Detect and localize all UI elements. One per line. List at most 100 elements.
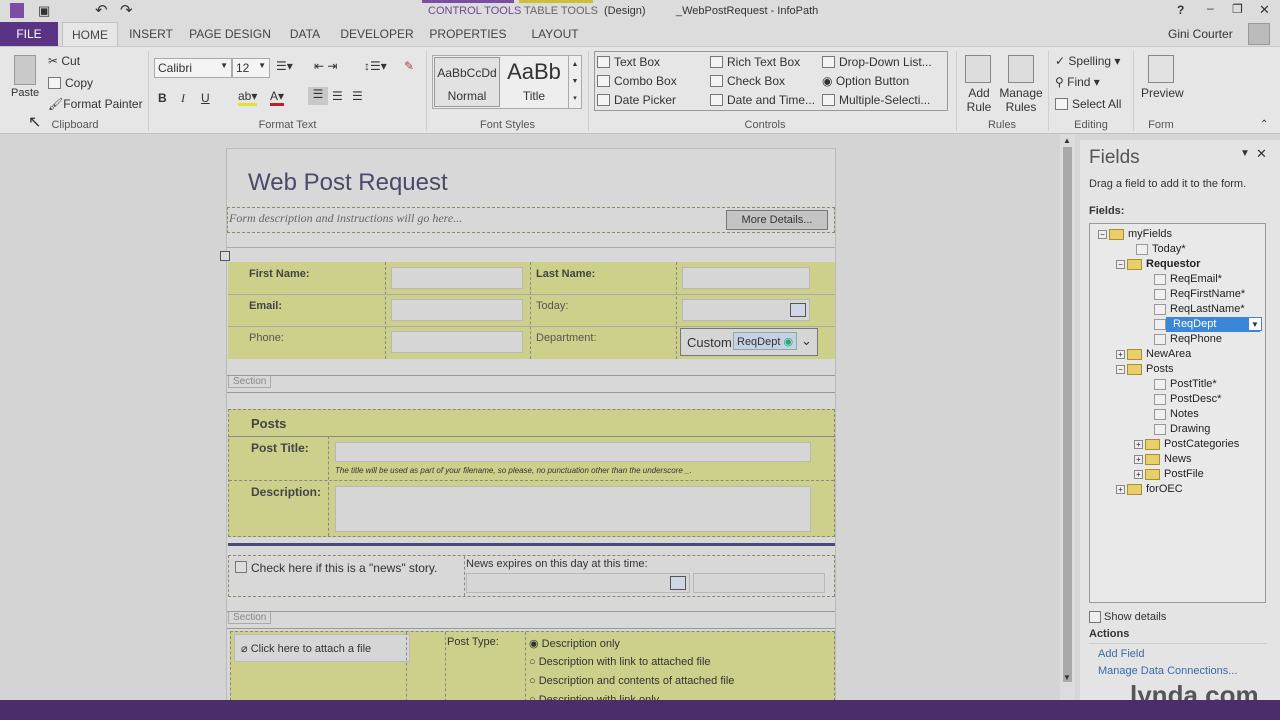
field-dropdown-icon[interactable]: ▼ bbox=[1248, 317, 1262, 331]
tree-item-reqdept[interactable]: ReqDept ▼ bbox=[1090, 317, 1265, 332]
chevron-down-icon[interactable]: ⌄ bbox=[801, 333, 812, 349]
scrollbar-thumb[interactable] bbox=[1063, 147, 1072, 682]
line-spacing-icon[interactable]: ↕☰▾ bbox=[364, 59, 387, 73]
bold-button[interactable]: B bbox=[158, 91, 167, 105]
collapse-icon[interactable]: − bbox=[1116, 260, 1125, 269]
control-multiple-selection[interactable]: Multiple-Selecti... bbox=[822, 93, 930, 107]
tree-item-reqemail[interactable]: ReqEmail* bbox=[1090, 272, 1265, 287]
more-details-button[interactable]: More Details... bbox=[726, 210, 828, 230]
tree-item-today[interactable]: Today* bbox=[1090, 242, 1265, 257]
form-description[interactable]: Form description and instructions will g… bbox=[229, 211, 462, 226]
redo-icon[interactable]: ↷ bbox=[120, 1, 133, 19]
post-title-input[interactable] bbox=[335, 442, 811, 462]
expand-icon[interactable]: + bbox=[1116, 485, 1125, 494]
news-checkbox[interactable] bbox=[235, 561, 247, 573]
paste-button[interactable]: Paste bbox=[11, 87, 39, 99]
form-title[interactable]: Web Post Request bbox=[248, 169, 448, 197]
cut-button[interactable]: ✂ Cut bbox=[48, 54, 80, 68]
tab-home[interactable]: HOME bbox=[62, 22, 118, 46]
control-date-picker[interactable]: Date Picker bbox=[597, 93, 676, 107]
calendar-icon[interactable] bbox=[670, 576, 686, 590]
tree-item-notes[interactable]: Notes bbox=[1090, 407, 1265, 422]
radio-option[interactable]: ○ Description and contents of attached f… bbox=[529, 675, 734, 694]
preview-button[interactable]: Preview bbox=[1141, 86, 1184, 100]
vertical-scrollbar[interactable]: ▲ ▼ bbox=[1060, 135, 1075, 700]
manage-rules-button[interactable]: Manage Rules bbox=[998, 86, 1044, 114]
control-check-box[interactable]: Check Box bbox=[710, 74, 785, 88]
clear-format-icon[interactable]: ✎ bbox=[404, 59, 414, 73]
table-select-handle[interactable] bbox=[220, 251, 230, 261]
attach-file-button[interactable]: ⌀ Click here to attach a file bbox=[234, 634, 410, 662]
tree-item-newarea[interactable]: + NewArea bbox=[1090, 347, 1265, 362]
radio-option[interactable]: ○ Description with link to attached file bbox=[529, 656, 734, 675]
expand-icon[interactable]: + bbox=[1134, 470, 1143, 479]
avatar[interactable] bbox=[1248, 23, 1270, 45]
scroll-down-icon[interactable]: ▼ bbox=[1063, 673, 1071, 682]
control-combo-box[interactable]: Combo Box bbox=[597, 74, 677, 88]
first-name-input[interactable] bbox=[391, 267, 523, 289]
style-title[interactable]: AaBb Title bbox=[503, 57, 565, 107]
tree-item-postdesc[interactable]: PostDesc* bbox=[1090, 392, 1265, 407]
add-rule-button[interactable]: Add Rule bbox=[962, 86, 996, 114]
tree-item-requestor[interactable]: − Requestor bbox=[1090, 257, 1265, 272]
add-field-link[interactable]: Add Field bbox=[1098, 648, 1144, 660]
scroll-up-icon[interactable]: ▲ bbox=[1063, 136, 1071, 145]
fields-tree[interactable]: − myFields Today* − Requestor ReqEmail* ReqFir… bbox=[1089, 223, 1266, 603]
format-painter-button[interactable]: 🖌Format Painter bbox=[48, 97, 143, 111]
tree-item-posttitle[interactable]: PostTitle* bbox=[1090, 377, 1265, 392]
select-all-button[interactable]: Select All bbox=[1055, 97, 1121, 111]
spelling-button[interactable]: ✓ Spelling ▾ bbox=[1055, 54, 1120, 68]
help-button[interactable]: ? bbox=[1177, 3, 1184, 17]
description-input[interactable] bbox=[335, 486, 811, 532]
indent-icons[interactable]: ⇤ ⇥ bbox=[314, 59, 337, 73]
show-details-checkbox[interactable] bbox=[1089, 611, 1101, 623]
find-button[interactable]: ⚲ Find ▾ bbox=[1055, 75, 1100, 89]
tree-item-postfile[interactable]: + PostFile bbox=[1090, 467, 1265, 482]
phone-input[interactable] bbox=[391, 331, 523, 353]
tab-layout[interactable]: LAYOUT bbox=[524, 22, 586, 46]
news-expires-date[interactable] bbox=[466, 573, 690, 593]
collapse-ribbon-icon[interactable]: ⌃ bbox=[1260, 119, 1268, 130]
user-name[interactable]: Gini Courter bbox=[1168, 27, 1233, 41]
tab-page-design[interactable]: PAGE DESIGN bbox=[188, 22, 272, 46]
tree-item-postcategories[interactable]: + PostCategories bbox=[1090, 437, 1265, 452]
today-date-picker[interactable] bbox=[682, 299, 810, 321]
underline-button[interactable]: U bbox=[201, 91, 210, 105]
control-drop-down[interactable]: Drop-Down List... bbox=[822, 55, 932, 69]
highlight-icon[interactable]: ab▾ bbox=[238, 89, 258, 106]
tree-item-myfields[interactable]: − myFields bbox=[1090, 227, 1265, 242]
radio-option[interactable]: ◉ Description only bbox=[529, 637, 734, 656]
tab-data[interactable]: DATA bbox=[282, 22, 328, 46]
expand-icon[interactable]: + bbox=[1134, 455, 1143, 464]
panel-close-icon[interactable]: ✕ bbox=[1256, 146, 1267, 162]
bullets-icon[interactable]: ☰▾ bbox=[276, 59, 293, 73]
tree-item-drawing[interactable]: Drawing bbox=[1090, 422, 1265, 437]
align-right-button[interactable]: ☰ bbox=[352, 89, 363, 103]
style-gallery-scroll[interactable]: ▲ ▼ ▾ bbox=[568, 56, 581, 108]
news-expires-time[interactable] bbox=[693, 573, 825, 593]
tree-item-posts[interactable]: − Posts bbox=[1090, 362, 1265, 377]
style-normal[interactable]: AaBbCcDd Normal bbox=[434, 57, 500, 107]
tree-item-foroec[interactable]: + forOEC bbox=[1090, 482, 1265, 497]
control-date-time[interactable]: Date and Time... bbox=[710, 93, 815, 107]
tab-insert[interactable]: INSERT bbox=[124, 22, 178, 46]
italic-button[interactable]: I bbox=[181, 91, 185, 106]
font-name-select[interactable]: Calibri ▼ bbox=[154, 58, 232, 78]
tab-developer[interactable]: DEVELOPER bbox=[338, 22, 416, 46]
tab-properties[interactable]: PROPERTIES bbox=[428, 22, 508, 46]
close-button[interactable]: ✕ bbox=[1259, 2, 1270, 18]
paste-icon[interactable] bbox=[14, 55, 36, 85]
expand-icon[interactable]: + bbox=[1134, 440, 1143, 449]
calendar-icon[interactable] bbox=[790, 303, 806, 317]
minimize-button[interactable]: – bbox=[1207, 1, 1214, 15]
control-text-box[interactable]: Text Box bbox=[597, 55, 660, 69]
tree-item-news[interactable]: + News bbox=[1090, 452, 1265, 467]
tab-file[interactable]: FILE bbox=[0, 22, 58, 46]
last-name-input[interactable] bbox=[682, 267, 810, 289]
tree-item-reqfirstname[interactable]: ReqFirstName* bbox=[1090, 287, 1265, 302]
align-center-button[interactable]: ☰ bbox=[332, 89, 343, 103]
section-tag[interactable]: Section bbox=[228, 376, 272, 388]
align-left-button[interactable]: ☰ bbox=[308, 87, 328, 105]
tree-item-reqphone[interactable]: ReqPhone bbox=[1090, 332, 1265, 347]
section-tag[interactable]: Section bbox=[228, 612, 272, 624]
